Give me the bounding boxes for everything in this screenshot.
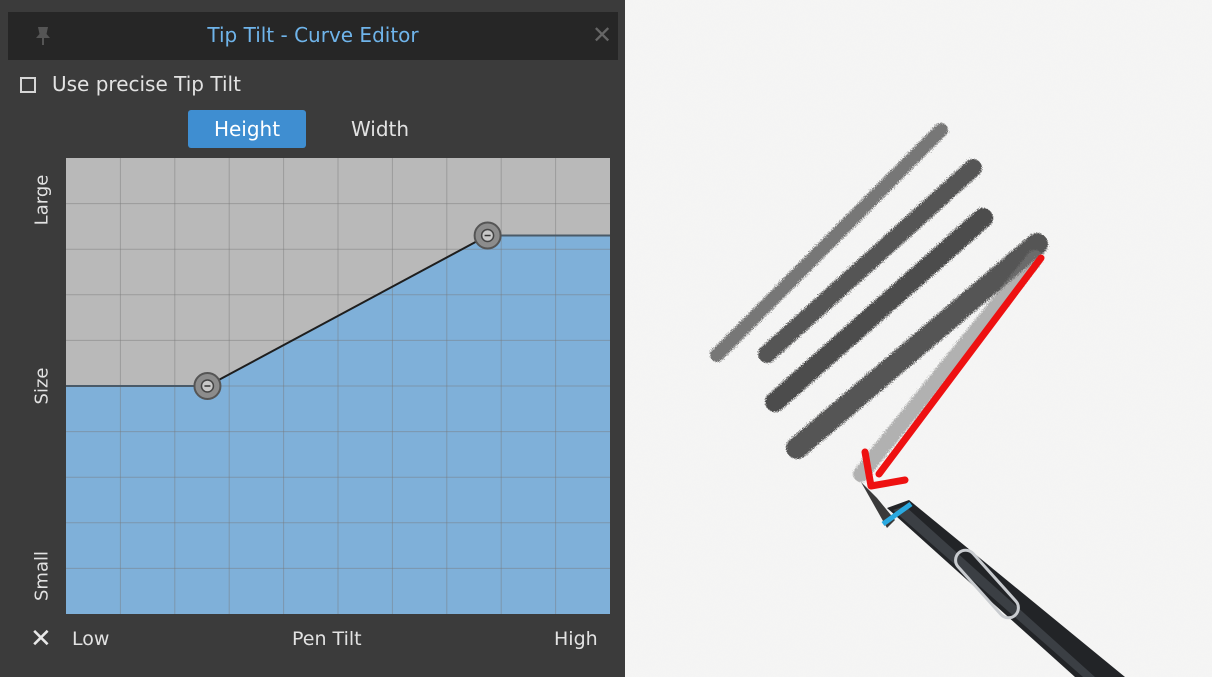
y-label-size: Size [31,367,53,405]
precise-tip-tilt-label: Use precise Tip Tilt [52,72,241,96]
y-label-small: Small [31,551,53,601]
close-icon[interactable]: ✕ [592,22,612,48]
panel-title: Tip Tilt - Curve Editor [207,23,419,47]
x-label-low: Low [72,628,110,650]
curve-control-point-1[interactable] [193,372,222,400]
curve-control-point-2[interactable] [473,221,502,250]
y-label-large: Large [31,174,53,226]
size-axis: Large Size Small [20,158,64,614]
title-bar: Tip Tilt - Curve Editor ✕ [8,12,618,60]
precise-tip-tilt-checkbox[interactable] [20,77,36,93]
x-reset-icon[interactable]: ✕ [30,624,52,654]
tab-height[interactable]: Height [188,110,306,148]
x-label-high: High [554,628,598,650]
curve-graph[interactable] [66,158,610,614]
tab-width[interactable]: Width [320,110,440,148]
x-label-pen-tilt: Pen Tilt [292,628,362,650]
tilt-axis: ✕ Low Pen Tilt High [0,618,625,662]
pencil-illustration [625,0,1212,677]
curve-editor-panel: Tip Tilt - Curve Editor ✕ Use precise Ti… [0,0,625,677]
